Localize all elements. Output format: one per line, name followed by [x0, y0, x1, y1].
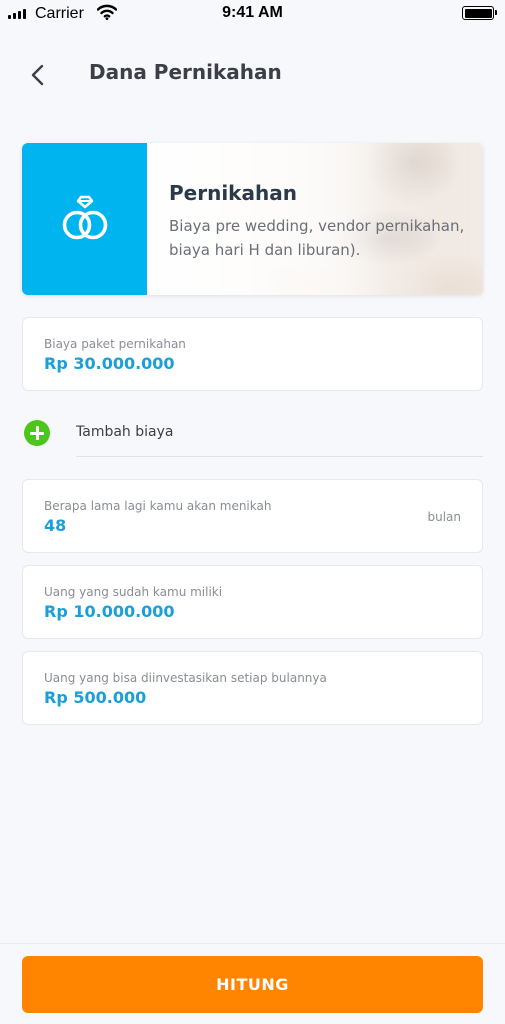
current-savings-field[interactable]: Uang yang sudah kamu miliki Rp 10.000.00…	[22, 565, 483, 639]
wedding-rings-icon	[62, 195, 107, 240]
package-cost-label: Biaya paket pernikahan	[44, 337, 186, 351]
banner-title: Pernikahan	[169, 181, 297, 205]
add-cost-button[interactable]: Tambah biaya	[22, 413, 483, 457]
page-title: Dana Pernikahan	[89, 60, 282, 84]
plus-circle-icon[interactable]	[24, 420, 50, 446]
monthly-investment-field[interactable]: Uang yang bisa diinvestasikan setiap bul…	[22, 651, 483, 725]
monthly-investment-value[interactable]: Rp 500.000	[44, 688, 146, 707]
package-cost-field[interactable]: Biaya paket pernikahan Rp 30.000.000	[22, 317, 483, 391]
months-until-wedding-field[interactable]: Berapa lama lagi kamu akan menikah 48 bu…	[22, 479, 483, 553]
category-banner: Pernikahan Biaya pre wedding, vendor per…	[22, 143, 483, 295]
months-unit: bulan	[427, 510, 461, 524]
package-cost-value[interactable]: Rp 30.000.000	[44, 354, 175, 373]
calculate-button[interactable]: HITUNG	[22, 956, 483, 1013]
chevron-left-icon	[31, 64, 44, 86]
current-savings-value[interactable]: Rp 10.000.000	[44, 602, 175, 621]
banner-description: Biaya pre wedding, vendor pernikahan, bi…	[169, 217, 465, 259]
battery-icon	[462, 6, 497, 20]
months-value[interactable]: 48	[44, 516, 66, 535]
monthly-investment-label: Uang yang bisa diinvestasikan setiap bul…	[44, 671, 327, 685]
months-label: Berapa lama lagi kamu akan menikah	[44, 499, 272, 513]
divider	[76, 456, 483, 457]
back-button[interactable]	[26, 60, 52, 90]
add-cost-label[interactable]: Tambah biaya	[76, 424, 173, 440]
banner-icon-box	[22, 143, 147, 295]
current-savings-label: Uang yang sudah kamu miliki	[44, 585, 223, 599]
status-bar: Carrier 9:41 AM	[0, 0, 505, 28]
status-time: 9:41 AM	[222, 4, 283, 21]
